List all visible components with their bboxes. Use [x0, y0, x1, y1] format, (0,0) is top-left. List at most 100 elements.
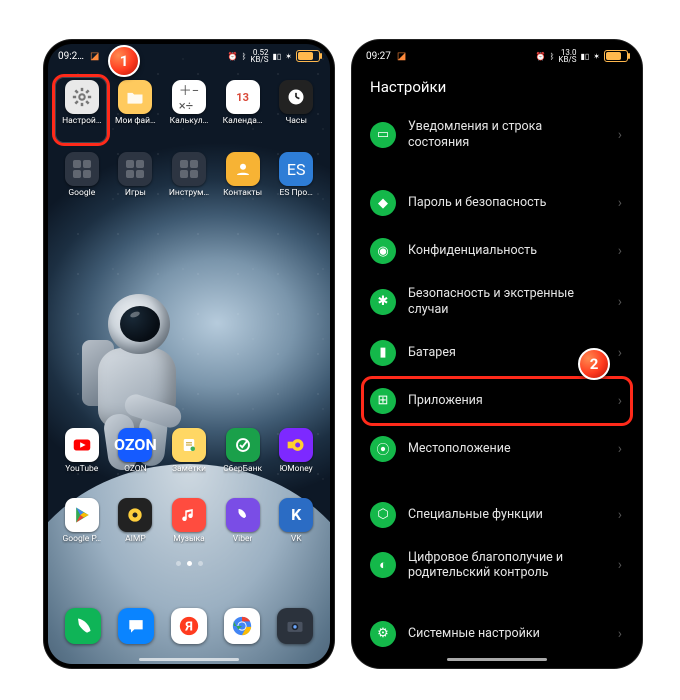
calendar-icon: 13: [226, 80, 260, 114]
app-label: ES Про…: [280, 189, 313, 198]
app-youtube[interactable]: YouTube: [56, 428, 108, 474]
es-explorer-icon: ES: [279, 152, 313, 186]
chevron-right-icon: ›: [618, 243, 622, 259]
home-apps-row-4: Google P… AIMP Музыка Viber K VK: [48, 498, 330, 544]
row-notifications[interactable]: ▭Уведомления и строка состояния›: [356, 108, 638, 161]
status-net-unit: KB/S: [558, 55, 576, 64]
chevron-right-icon: ›: [618, 626, 622, 642]
calculator-icon: ＋−×÷: [172, 80, 206, 114]
app-tools-folder[interactable]: Инструм…: [163, 152, 215, 198]
contacts-icon: [226, 152, 260, 186]
row-privacy[interactable]: ◉Конфиденциальность›: [356, 227, 638, 275]
chevron-right-icon: ›: [618, 345, 622, 361]
app-vk[interactable]: K VK: [270, 498, 322, 544]
status-signal-icon: ▮▯: [272, 52, 281, 61]
status-nfc-icon: ◪: [397, 51, 406, 62]
chevron-right-icon: ›: [618, 441, 622, 457]
app-label: СберБанк: [223, 465, 262, 474]
settings-row-label: Батарея: [408, 345, 456, 361]
nav-gesture-pill[interactable]: [447, 658, 547, 661]
phone-home-screen: 09:2… ◪ ⏰ ᛒ 0.52 KB/S ▮▯ ✶ Настрой…Мои ф…: [44, 40, 334, 668]
settings-group-gap: [356, 473, 638, 491]
clock-icon: [279, 80, 313, 114]
app-clock[interactable]: Часы: [270, 80, 322, 126]
folder-icon: [118, 80, 152, 114]
status-time: 09:27: [366, 51, 391, 62]
apps-icon: ⊞: [370, 388, 396, 414]
shield-icon: ◆: [370, 190, 396, 216]
app-music[interactable]: Музыка: [163, 498, 215, 544]
home-apps-row-3: YouTubeOZONOZON Заметки СберБанк ЮMoney: [48, 428, 330, 474]
dock: Я: [56, 604, 322, 648]
settings-list[interactable]: ▭Уведомления и строка состояния› ◆ Пароль …: [356, 108, 638, 656]
status-battery-icon: [296, 50, 320, 62]
row-digital-wellbeing[interactable]: ◐Цифровое благополучие и родительский ко…: [356, 539, 638, 592]
chevron-right-icon: ›: [618, 127, 622, 143]
status-signal-icon: ▮▯: [580, 52, 589, 61]
app-games-folder[interactable]: Игры: [110, 152, 162, 198]
star-icon: ⬡: [370, 502, 396, 528]
app-label: AIMP: [125, 535, 146, 544]
chrome-icon[interactable]: [224, 608, 260, 644]
tools-folder-icon: [172, 152, 206, 186]
row-password-security[interactable]: ◆ Пароль и безопасность ›: [356, 179, 638, 227]
row-location[interactable]: ⦿Местоположение›: [356, 425, 638, 473]
messages-icon[interactable]: [118, 608, 154, 644]
app-contacts[interactable]: Контакты: [217, 152, 269, 198]
app-sberbank[interactable]: СберБанк: [217, 428, 269, 474]
nav-gesture-pill[interactable]: [139, 658, 239, 661]
settings-row-label: Пароль и безопасность: [408, 195, 546, 211]
app-viber[interactable]: Viber: [217, 498, 269, 544]
settings-group-gap: [356, 161, 638, 179]
eye-icon: ◉: [370, 238, 396, 264]
vk-icon: K: [279, 498, 313, 532]
app-yoomoney[interactable]: ЮMoney: [270, 428, 322, 474]
phone-icon[interactable]: [65, 608, 101, 644]
app-label: VK: [291, 535, 302, 544]
home-apps-row-2: Google Игры Инструм…Контакты ES ES Про…: [48, 152, 330, 198]
app-calendar[interactable]: 13Календа…: [217, 80, 269, 126]
row-apps[interactable]: ⊞Приложения›: [362, 377, 632, 425]
status-nfc-icon: ◪: [90, 51, 99, 62]
app-label: Игры: [125, 189, 146, 198]
chevron-right-icon: ›: [618, 195, 622, 211]
music-icon: [172, 498, 206, 532]
status-bar: 09:2… ◪ ⏰ ᛒ 0.52 KB/S ▮▯ ✶: [48, 44, 330, 68]
svg-text:Я: Я: [184, 620, 193, 635]
settings-row-label: Специальные функции: [408, 507, 543, 523]
callout-settings-app: [52, 74, 110, 146]
row-accessibility[interactable]: ⬡Специальные функции›: [356, 491, 638, 539]
games-folder-icon: [118, 152, 152, 186]
google-play-icon: [65, 498, 99, 532]
app-label: Часы: [285, 117, 307, 126]
viber-icon: [226, 498, 260, 532]
sberbank-icon: [226, 428, 260, 462]
row-safety-emergency[interactable]: ✱Безопасность и экстренные случаи›: [356, 275, 638, 328]
step-badge-2: 2: [578, 348, 610, 380]
step-badge-1: 1: [108, 45, 140, 77]
app-google-play[interactable]: Google P…: [56, 498, 108, 544]
status-time: 09:2…: [58, 51, 84, 62]
app-label: Google: [68, 189, 95, 198]
yandex-icon[interactable]: Я: [171, 608, 207, 644]
system-icon: ⚙: [370, 621, 396, 647]
app-label: Заметки: [172, 465, 206, 474]
app-ozon[interactable]: OZONOZON: [110, 428, 162, 474]
camera-icon[interactable]: [277, 608, 313, 644]
app-google-folder[interactable]: Google: [56, 152, 108, 198]
app-folder[interactable]: Мои фай…: [110, 80, 162, 126]
status-net-unit: KB/S: [250, 55, 268, 64]
row-system-settings[interactable]: ⚙Системные настройки›: [356, 610, 638, 656]
status-wifi-icon: ✶: [593, 52, 600, 61]
app-notes[interactable]: Заметки: [163, 428, 215, 474]
settings-row-label: Цифровое благополучие и родительский кон…: [408, 550, 578, 581]
settings-group-gap: [356, 592, 638, 610]
battery-icon: ▮: [370, 340, 396, 366]
app-label: Мои фай…: [115, 117, 156, 126]
app-calculator[interactable]: ＋−×÷Калькул…: [163, 80, 215, 126]
chevron-right-icon: ›: [618, 294, 622, 310]
app-es-explorer[interactable]: ES ES Про…: [270, 152, 322, 198]
app-aimp[interactable]: AIMP: [110, 498, 162, 544]
app-label: OZON: [124, 465, 147, 474]
app-label: Музыка: [173, 535, 205, 544]
